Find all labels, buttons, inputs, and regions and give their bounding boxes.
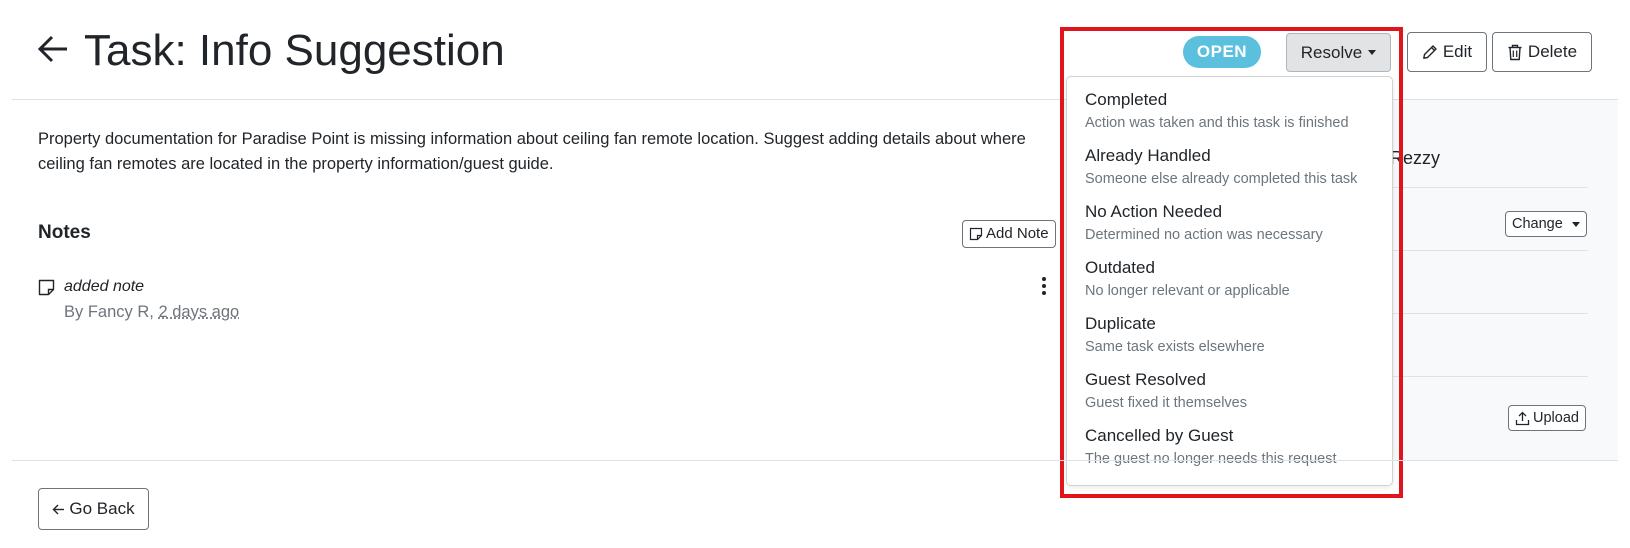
resolve-option-outdated[interactable]: Outdated No longer relevant or applicabl… (1067, 255, 1392, 311)
upload-button[interactable]: Upload (1508, 405, 1586, 431)
resolve-option-description: No longer relevant or applicable (1085, 283, 1290, 299)
assignee-name: Rezzy (1390, 148, 1441, 168)
footer-divider (12, 460, 1618, 461)
resolve-option-label: Completed (1085, 90, 1168, 109)
change-button[interactable]: Change (1505, 211, 1587, 237)
page-title: Task: Info Suggestion (84, 26, 505, 75)
kebab-icon[interactable] (1038, 275, 1050, 297)
resolve-option-no-action-needed[interactable]: No Action Needed Determined no action wa… (1067, 199, 1392, 255)
delete-button[interactable]: Delete (1492, 32, 1592, 72)
caret-down-icon (1571, 221, 1580, 227)
note-author: By Fancy R, (64, 303, 159, 321)
trash-icon (1508, 44, 1522, 60)
resolve-option-label: No Action Needed (1085, 202, 1223, 221)
note-timestamp: 2 days ago (158, 303, 240, 321)
upload-label: Upload (1533, 410, 1579, 426)
resolve-dropdown-menu: Completed Action was taken and this task… (1066, 76, 1393, 486)
add-note-label: Add Note (986, 225, 1049, 242)
edit-button[interactable]: Edit (1407, 32, 1487, 72)
change-label: Change (1512, 216, 1563, 232)
upload-icon (1515, 411, 1530, 425)
add-note-button[interactable]: Add Note (962, 220, 1056, 248)
resolve-option-completed[interactable]: Completed Action was taken and this task… (1067, 87, 1392, 143)
pencil-icon (1422, 45, 1437, 59)
go-back-button[interactable]: Go Back (38, 488, 149, 530)
note-meta: By Fancy R, 2 days ago (64, 301, 239, 323)
delete-label: Delete (1527, 42, 1578, 61)
task-description: Property documentation for Paradise Poin… (38, 130, 1026, 173)
caret-down-icon (1368, 50, 1377, 55)
resolve-option-cancelled-by-guest[interactable]: Cancelled by Guest The guest no longer n… (1067, 423, 1392, 479)
resolve-option-label: Already Handled (1085, 146, 1211, 165)
arrow-left-icon (52, 504, 65, 514)
go-back-label: Go Back (69, 499, 135, 518)
resolve-option-description: Determined no action was necessary (1085, 227, 1323, 243)
sticky-note-icon (969, 227, 983, 241)
back-arrow-icon[interactable] (36, 32, 70, 66)
note-text: added note (64, 278, 145, 295)
notes-heading: Notes (38, 222, 91, 243)
resolve-option-label: Outdated (1085, 258, 1155, 277)
resolve-option-duplicate[interactable]: Duplicate Same task exists elsewhere (1067, 311, 1392, 367)
resolve-option-label: Guest Resolved (1085, 370, 1206, 389)
task-page: Task: Info Suggestion Property documenta… (0, 0, 1630, 548)
resolve-option-already-handled[interactable]: Already Handled Someone else already com… (1067, 143, 1392, 199)
resolve-option-description: The guest no longer needs this request (1085, 451, 1337, 467)
status-badge: OPEN (1183, 36, 1261, 68)
resolve-dropdown-button[interactable]: Resolve (1286, 33, 1391, 72)
resolve-option-description: Someone else already completed this task (1085, 171, 1358, 187)
sticky-note-icon (38, 279, 55, 296)
resolve-option-label: Duplicate (1085, 314, 1156, 333)
resolve-option-guest-resolved[interactable]: Guest Resolved Guest fixed it themselves (1067, 367, 1392, 423)
resolve-label: Resolve (1300, 42, 1363, 62)
edit-label: Edit (1442, 42, 1473, 61)
resolve-option-description: Same task exists elsewhere (1085, 339, 1265, 355)
resolve-option-description: Action was taken and this task is finish… (1085, 115, 1349, 131)
resolve-option-description: Guest fixed it themselves (1085, 395, 1247, 411)
resolve-option-label: Cancelled by Guest (1085, 426, 1234, 445)
